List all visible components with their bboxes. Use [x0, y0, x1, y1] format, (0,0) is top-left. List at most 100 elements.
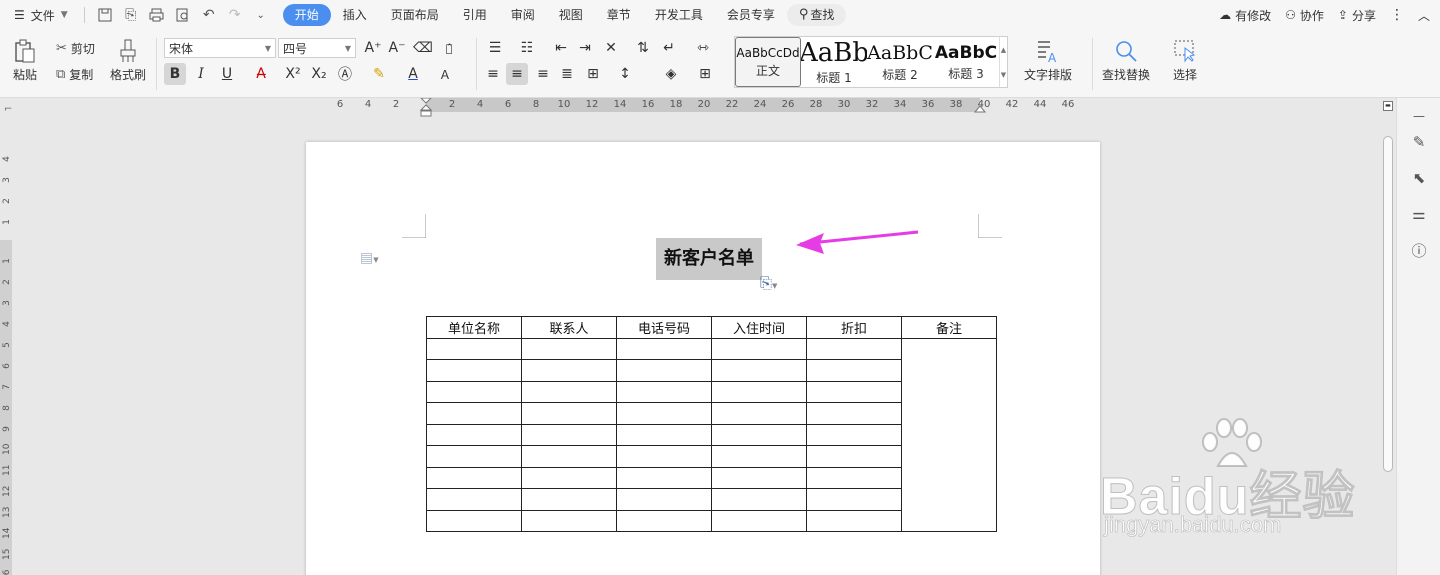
- font-size-select[interactable]: 四号 ▼: [278, 38, 356, 58]
- table-cell[interactable]: [521, 445, 617, 468]
- more-icon[interactable]: ⋮: [1390, 7, 1404, 23]
- settings-sliders-icon[interactable]: ⚌: [1409, 204, 1429, 224]
- justify-icon[interactable]: ≣: [556, 63, 578, 85]
- paste-button[interactable]: 粘贴: [10, 36, 40, 83]
- italic-icon[interactable]: I: [190, 63, 212, 85]
- paragraph-options-icon[interactable]: ▤▼: [360, 250, 379, 266]
- font-name-select[interactable]: 宋体 ▼: [164, 38, 276, 58]
- tab-member[interactable]: 会员专享: [715, 4, 787, 26]
- table-cell[interactable]: [711, 337, 807, 360]
- shading-icon[interactable]: ◈: [660, 63, 682, 85]
- grow-font-icon[interactable]: A⁺: [362, 37, 384, 59]
- strikethrough-icon[interactable]: A̶: [250, 63, 272, 85]
- tab-developer[interactable]: 开发工具: [643, 4, 715, 26]
- borders-icon[interactable]: ⊞: [694, 63, 716, 85]
- tab-chapter[interactable]: 章节: [595, 4, 643, 26]
- scrollbar-thumb[interactable]: [1383, 136, 1393, 472]
- font-color-icon[interactable]: A: [402, 63, 424, 85]
- tab-references[interactable]: 引用: [451, 4, 499, 26]
- style-heading-3[interactable]: AaBbC 标题 3: [933, 37, 999, 87]
- table-cell[interactable]: [521, 466, 617, 489]
- table-header-cell[interactable]: 联系人: [521, 316, 617, 339]
- collapse-ribbon-icon[interactable]: ︿: [1418, 7, 1430, 24]
- subscript-icon[interactable]: X₂: [308, 63, 330, 85]
- table-cell[interactable]: [521, 337, 617, 360]
- customer-table[interactable]: 单位名称 联系人 电话号码 入住时间 折扣 备注: [426, 316, 997, 532]
- table-cell[interactable]: [806, 402, 902, 425]
- align-left-icon[interactable]: ≡: [482, 63, 504, 85]
- edit-pen-icon[interactable]: ✎: [1409, 132, 1429, 152]
- table-cell[interactable]: [806, 380, 902, 403]
- bold-icon[interactable]: B: [164, 63, 186, 85]
- customize-toolbar-icon[interactable]: ⌄: [251, 5, 271, 25]
- style-heading-2[interactable]: AaBbC 标题 2: [867, 37, 933, 87]
- file-menu[interactable]: ☰ 文件 ▼: [0, 0, 78, 30]
- text-direction-icon[interactable]: ⇅: [632, 37, 654, 59]
- document-page[interactable]: ▤▼ 新客户名单 ⎘▼ 单位名称 联系人 电话号码 入住时间 折扣 备注: [306, 142, 1100, 575]
- table-cell[interactable]: [521, 509, 617, 532]
- table-cell[interactable]: [426, 359, 522, 382]
- table-cell[interactable]: [521, 423, 617, 446]
- decrease-indent-icon[interactable]: ⇤: [550, 37, 572, 59]
- table-cell[interactable]: [426, 337, 522, 360]
- table-cell[interactable]: [806, 445, 902, 468]
- table-cell[interactable]: [806, 337, 902, 360]
- text-effect-icon[interactable]: Ⓐ: [334, 63, 356, 85]
- print-icon[interactable]: [147, 5, 167, 25]
- table-cell[interactable]: [426, 380, 522, 403]
- table-cell[interactable]: [711, 380, 807, 403]
- table-cell[interactable]: [711, 445, 807, 468]
- table-cell[interactable]: [616, 509, 712, 532]
- style-normal[interactable]: AaBbCcDd 正文: [735, 37, 801, 87]
- align-center-icon[interactable]: ≡: [506, 63, 528, 85]
- vertical-scrollbar[interactable]: [1380, 116, 1396, 575]
- superscript-icon[interactable]: X²: [282, 63, 304, 85]
- styles-scroll[interactable]: ▲ ▼: [999, 37, 1007, 87]
- table-cell[interactable]: [806, 488, 902, 511]
- table-cell[interactable]: [426, 423, 522, 446]
- tab-view[interactable]: 视图: [547, 4, 595, 26]
- tab-page-layout[interactable]: 页面布局: [379, 4, 451, 26]
- table-cell[interactable]: [521, 402, 617, 425]
- table-header-cell[interactable]: 备注: [901, 316, 997, 339]
- paste-options-icon[interactable]: ⎘▼: [760, 274, 777, 292]
- cut-button[interactable]: ✂ 剪切: [56, 38, 95, 58]
- modified-button[interactable]: ☁ 有修改: [1219, 7, 1271, 24]
- table-cell[interactable]: [616, 359, 712, 382]
- char-spacing-icon[interactable]: ⇿: [692, 37, 714, 59]
- undo-icon[interactable]: ↶: [199, 5, 219, 25]
- table-cell[interactable]: [616, 402, 712, 425]
- highlight-icon[interactable]: ✎: [368, 63, 390, 85]
- vertical-ruler[interactable]: 432112345678910111213141516: [0, 116, 16, 575]
- table-cell[interactable]: [426, 509, 522, 532]
- find-replace-button[interactable]: 查找替换: [1102, 36, 1150, 83]
- shrink-font-icon[interactable]: A⁻: [386, 37, 408, 59]
- table-header-cell[interactable]: 折扣: [806, 316, 902, 339]
- table-cell[interactable]: [426, 488, 522, 511]
- table-cell[interactable]: [616, 445, 712, 468]
- show-marks-icon[interactable]: ↵: [658, 37, 680, 59]
- search-tab[interactable]: ⚲ 查找: [786, 4, 847, 26]
- align-right-icon[interactable]: ≡: [532, 63, 554, 85]
- table-cell[interactable]: [806, 423, 902, 446]
- share-button[interactable]: ⇪ 分享: [1338, 7, 1376, 24]
- copy-button[interactable]: ⧉ 复制: [56, 64, 93, 84]
- table-header-cell[interactable]: 单位名称: [426, 316, 522, 339]
- export-pdf-icon[interactable]: ⎘: [121, 5, 141, 25]
- right-indent-marker-icon[interactable]: [974, 104, 986, 114]
- tab-home[interactable]: 开始: [282, 4, 331, 26]
- table-header-cell[interactable]: 入住时间: [711, 316, 807, 339]
- char-border-icon[interactable]: Ａ: [434, 63, 456, 85]
- chinese-layout-icon[interactable]: ✕: [600, 37, 622, 59]
- table-cell[interactable]: [616, 466, 712, 489]
- help-icon[interactable]: ⓘ: [1409, 240, 1429, 260]
- format-painter-button[interactable]: 格式刷: [110, 36, 146, 83]
- table-cell[interactable]: [521, 488, 617, 511]
- print-preview-icon[interactable]: [173, 5, 193, 25]
- table-cell[interactable]: [711, 488, 807, 511]
- indent-marker-icon[interactable]: [420, 98, 432, 118]
- tab-insert[interactable]: 插入: [331, 4, 379, 26]
- table-cell[interactable]: [711, 466, 807, 489]
- table-cell[interactable]: [616, 488, 712, 511]
- underline-icon[interactable]: U: [216, 63, 238, 85]
